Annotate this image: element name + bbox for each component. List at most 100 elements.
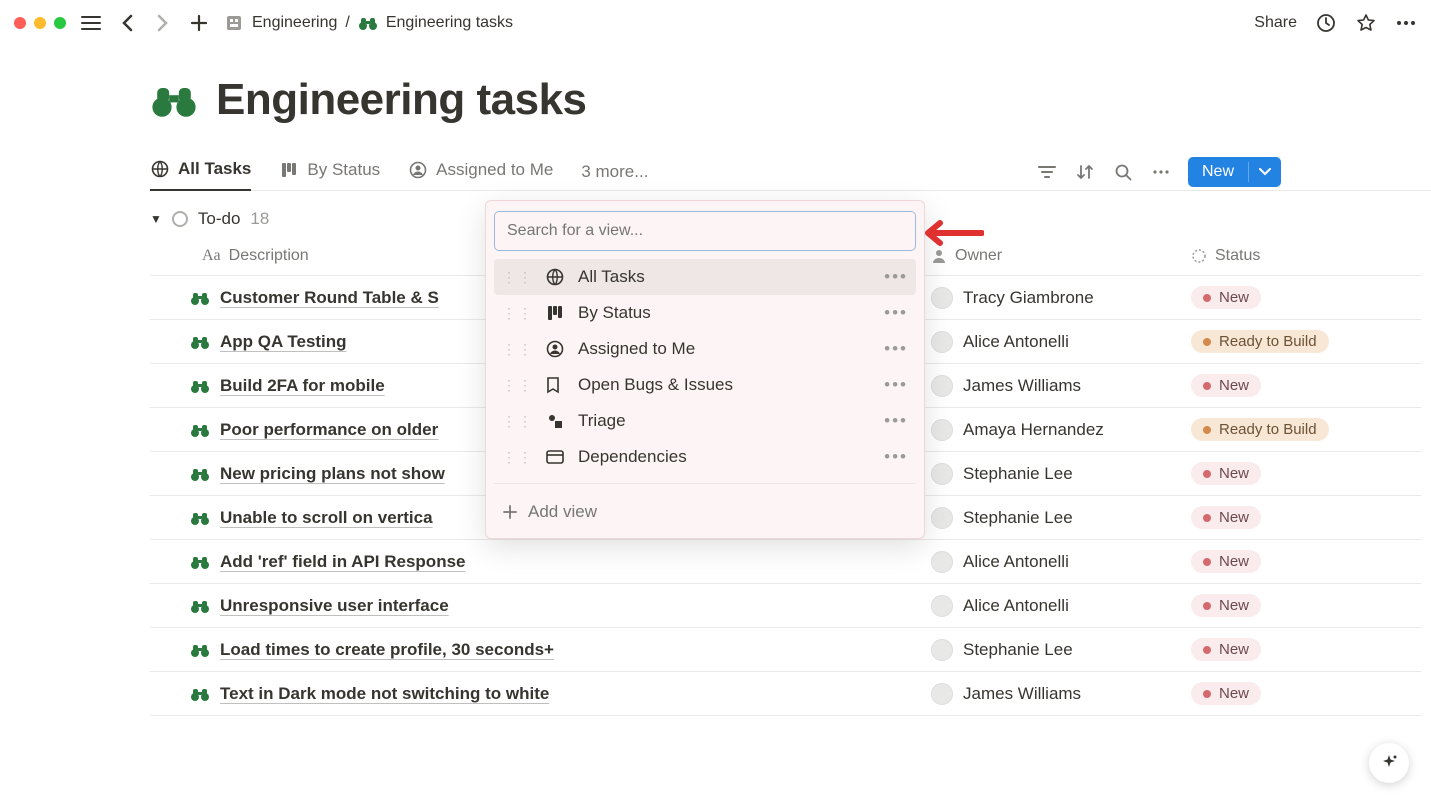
board-icon [546,304,566,322]
collapse-icon[interactable]: ▼ [150,212,162,226]
binoculars-icon [190,290,210,306]
status-badge[interactable]: New [1191,638,1261,661]
drag-handle-icon[interactable]: ⋮⋮ [502,269,534,286]
person-icon [931,248,947,264]
page-title[interactable]: Engineering tasks [216,75,587,125]
status-badge[interactable]: New [1191,594,1261,617]
star-icon[interactable] [1355,12,1377,34]
table-row[interactable]: Text in Dark mode not switching to white… [150,672,1421,716]
owner-name: Alice Antonelli [963,596,1069,616]
status-badge[interactable]: New [1191,462,1261,485]
back-icon[interactable] [116,12,138,34]
status-badge[interactable]: New [1191,550,1261,573]
breadcrumb-page[interactable]: Engineering tasks [386,14,513,32]
drag-handle-icon[interactable]: ⋮⋮ [502,449,534,466]
breadcrumb-parent[interactable]: Engineering [252,14,337,32]
status-badge[interactable]: New [1191,506,1261,529]
close-window-icon[interactable] [14,17,26,29]
divider [494,483,916,484]
text-type-icon: Aa [202,247,221,265]
drag-handle-icon[interactable]: ⋮⋮ [502,413,534,430]
view-option[interactable]: ⋮⋮Open Bugs & Issues••• [494,367,916,403]
view-option[interactable]: ⋮⋮Assigned to Me••• [494,331,916,367]
view-switcher-popover: ⋮⋮All Tasks•••⋮⋮By Status•••⋮⋮Assigned t… [485,200,925,539]
avatar [931,639,953,661]
search-icon[interactable] [1112,161,1134,183]
minimize-window-icon[interactable] [34,17,46,29]
table-row[interactable]: Add 'ref' field in API ResponseAlice Ant… [150,540,1421,584]
owner-name: James Williams [963,684,1081,704]
task-title[interactable]: Poor performance on older [220,420,438,440]
share-button[interactable]: Share [1254,14,1297,32]
view-more-icon[interactable]: ••• [884,267,908,287]
drag-handle-icon[interactable]: ⋮⋮ [502,305,534,322]
view-option[interactable]: ⋮⋮Dependencies••• [494,439,916,475]
group-count: 18 [250,209,269,229]
maximize-window-icon[interactable] [54,17,66,29]
task-title[interactable]: Customer Round Table & S [220,288,439,308]
binoculars-icon [190,378,210,394]
status-badge[interactable]: Ready to Build [1191,330,1329,353]
tab-by-status[interactable]: By Status [279,154,380,190]
globe-icon [546,268,566,286]
view-label: By Status [578,303,651,323]
new-page-icon[interactable] [188,12,210,34]
filter-icon[interactable] [1036,161,1058,183]
status-icon [1191,248,1207,264]
binoculars-icon [190,686,210,702]
search-view-input[interactable] [494,211,916,251]
status-badge[interactable]: New [1191,286,1261,309]
task-title[interactable]: Text in Dark mode not switching to white [220,684,549,704]
more-icon[interactable] [1395,12,1417,34]
owner-name: Stephanie Lee [963,508,1073,528]
column-status[interactable]: Status [1191,247,1421,265]
drag-handle-icon[interactable]: ⋮⋮ [502,377,534,394]
sort-icon[interactable] [1074,161,1096,183]
view-option[interactable]: ⋮⋮ By Status ••• [494,295,916,331]
forward-icon[interactable] [152,12,174,34]
owner-name: Alice Antonelli [963,332,1069,352]
task-title[interactable]: App QA Testing [220,332,347,352]
traffic-lights [14,17,66,29]
add-view-button[interactable]: Add view [494,492,916,532]
task-title[interactable]: Load times to create profile, 30 seconds… [220,640,554,660]
binoculars-icon [190,598,210,614]
view-more-icon[interactable]: ••• [884,447,908,467]
owner-name: Tracy Giambrone [963,288,1094,308]
view-option[interactable]: ⋮⋮All Tasks••• [494,259,916,295]
task-title[interactable]: Unresponsive user interface [220,596,449,616]
view-option[interactable]: ⋮⋮ Triage ••• [494,403,916,439]
more-tabs-button[interactable]: 3 more... [581,162,648,182]
view-label: Triage [578,411,626,431]
new-button-label: New [1188,157,1248,187]
chevron-down-icon[interactable] [1248,162,1281,182]
binoculars-icon [358,13,378,33]
card-icon [546,450,566,464]
avatar [931,595,953,617]
view-more-icon[interactable]: ••• [884,375,908,395]
view-more-icon[interactable]: ••• [884,339,908,359]
column-owner[interactable]: Owner [931,247,1191,265]
table-row[interactable]: Unresponsive user interface Alice Antonel… [150,584,1421,628]
task-title[interactable]: Unable to scroll on vertica [220,508,433,528]
view-more-icon[interactable]: ••• [884,303,908,323]
page-icon[interactable] [150,80,198,120]
drag-handle-icon[interactable]: ⋮⋮ [502,341,534,358]
tab-label: Assigned to Me [436,160,553,180]
task-title[interactable]: Build 2FA for mobile [220,376,385,396]
sidebar-toggle-icon[interactable] [80,12,102,34]
view-more-icon[interactable]: ••• [884,411,908,431]
status-badge[interactable]: New [1191,374,1261,397]
status-badge[interactable]: Ready to Build [1191,418,1329,441]
clock-icon[interactable] [1315,12,1337,34]
ai-fab-button[interactable] [1369,743,1409,783]
globe-icon [150,159,170,179]
task-title[interactable]: New pricing plans not show [220,464,445,484]
new-button[interactable]: New [1188,157,1281,187]
tab-all-tasks[interactable]: All Tasks [150,153,251,191]
tab-assigned-to-me[interactable]: Assigned to Me [408,154,553,190]
view-options-icon[interactable] [1150,161,1172,183]
status-badge[interactable]: New [1191,682,1261,705]
table-row[interactable]: Load times to create profile, 30 seconds… [150,628,1421,672]
task-title[interactable]: Add 'ref' field in API Response [220,552,466,572]
